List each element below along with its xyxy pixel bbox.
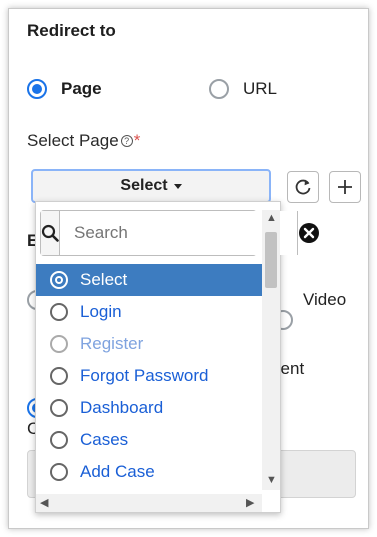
option-radio	[50, 399, 68, 417]
dropdown-options-list: Select Login Register Forgot Password Da…	[36, 264, 262, 488]
option-label: Register	[80, 334, 144, 353]
plus-icon	[338, 180, 352, 194]
option-label: Forgot Password	[80, 366, 209, 385]
option-label: Cases	[80, 430, 129, 449]
radio-url-label: URL	[243, 79, 278, 98]
section-heading: Redirect to	[27, 21, 116, 40]
radio-page-control[interactable]	[27, 79, 47, 99]
search-button[interactable]	[41, 211, 60, 255]
redirect-settings-panel: Redirect to Page URL Select Page ? * Sel…	[8, 8, 369, 529]
select-page-label: Select Page ? *	[27, 131, 140, 151]
dropdown-search-group	[40, 210, 320, 256]
option-cases[interactable]: Cases	[36, 424, 262, 456]
select-page-dropdown-button[interactable]: Select	[31, 169, 271, 203]
option-radio	[50, 431, 68, 449]
option-forgot-password[interactable]: Forgot Password	[36, 360, 262, 392]
option-radio	[50, 463, 68, 481]
vertical-scrollbar[interactable]: ▲ ▼	[262, 210, 280, 490]
caret-down-icon	[173, 183, 182, 189]
option-register: Register	[36, 328, 262, 360]
clear-x-icon	[299, 223, 319, 243]
page-select-dropdown-menu: Select Login Register Forgot Password Da…	[35, 201, 320, 513]
help-icon[interactable]: ?	[120, 135, 133, 147]
scroll-down-arrow-icon[interactable]: ▼	[266, 474, 277, 486]
horizontal-scrollbar[interactable]: ◀ ▶	[36, 494, 262, 512]
search-icon	[41, 224, 59, 242]
option-label: Login	[80, 302, 122, 321]
vertical-scrollbar-thumb[interactable]	[265, 232, 277, 288]
refresh-icon	[295, 179, 311, 195]
option-label: Dashboard	[80, 398, 164, 417]
scroll-left-arrow-icon[interactable]: ◀	[40, 496, 48, 509]
option-label: Select	[80, 270, 128, 289]
underlay-video-label: Video	[303, 290, 347, 309]
radio-url-control[interactable]	[209, 79, 229, 99]
scroll-up-arrow-icon[interactable]: ▲	[266, 212, 277, 224]
clear-search-button[interactable]	[297, 211, 320, 255]
option-radio	[50, 367, 68, 385]
option-add-case[interactable]: Add Case	[36, 456, 262, 488]
option-login[interactable]: Login	[36, 296, 262, 328]
scroll-right-arrow-icon[interactable]: ▶	[246, 496, 254, 509]
option-radio	[50, 335, 68, 353]
select-page-button-label: Select	[120, 177, 168, 194]
required-asterisk: *	[133, 131, 141, 150]
option-select[interactable]: Select	[36, 264, 262, 296]
radio-option-page[interactable]: Page	[27, 77, 102, 101]
option-dashboard[interactable]: Dashboard	[36, 392, 262, 424]
add-page-button[interactable]	[329, 171, 361, 203]
option-radio	[50, 303, 68, 321]
option-label: Add Case	[80, 462, 155, 481]
option-radio	[50, 271, 68, 289]
refresh-button[interactable]	[287, 171, 319, 203]
select-page-label-text: Select Page	[27, 131, 119, 150]
radio-page-label: Page	[61, 79, 102, 98]
radio-option-url[interactable]: URL	[209, 77, 277, 101]
